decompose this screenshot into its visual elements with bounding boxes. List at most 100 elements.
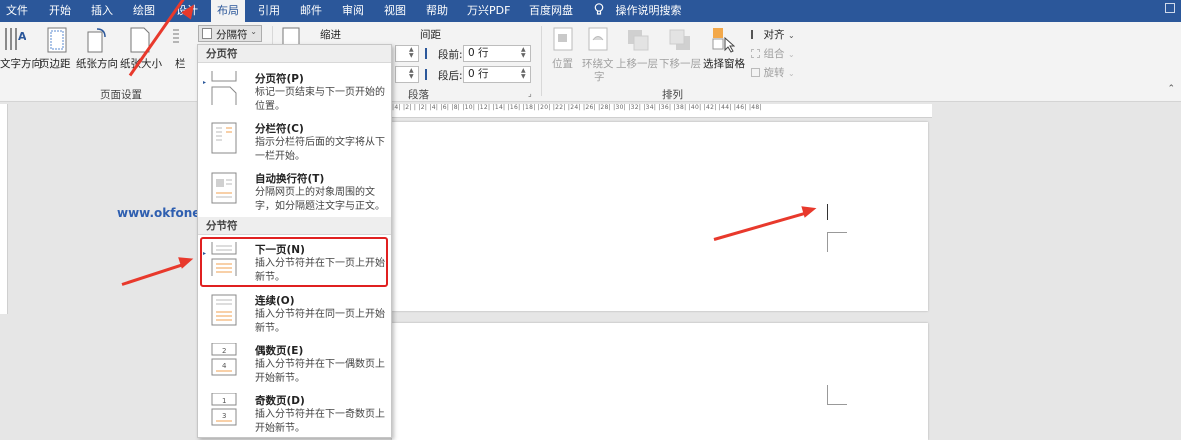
vertical-ruler: [0, 104, 8, 314]
ribbon-layout: A 文字方向 页边距 纸张方向 纸张大小 栏 分隔符 ⌄ 页面设置 缩进 间距 …: [0, 22, 1181, 102]
chevron-down-icon: ⌄: [250, 27, 257, 36]
odd-page-break-icon: 1 3: [211, 393, 237, 426]
text-cursor: [827, 204, 828, 220]
menu-item-odd-page[interactable]: 1 3 奇数页(D) 插入分节符并在下一奇数页上开始新节。: [198, 389, 391, 437]
align-button[interactable]: 对齐 ⌄: [751, 27, 795, 42]
menu-item-title: 自动换行符(T): [255, 173, 325, 185]
collapse-ribbon-icon[interactable]: ⌃: [1167, 84, 1175, 94]
menu-item-description: 插入分节符并在下一偶数页上开始新节。: [255, 359, 385, 384]
menu-item-text-wrapping-break[interactable]: 自动换行符(T) 分隔网页上的对象周围的文字，如分隔题注文字与正文。: [198, 167, 391, 215]
group-button[interactable]: 组合 ⌄: [751, 46, 795, 61]
menu-item-continuous[interactable]: 连续(O) 插入分节符并在同一页上开始新节。: [198, 289, 391, 337]
section-breaks-header: 分节符: [198, 217, 391, 235]
indent-left-input[interactable]: ▲ ▼: [395, 45, 419, 62]
rotate-label: 旋转: [763, 67, 785, 79]
highlight-box: [200, 237, 388, 287]
tab-mailings[interactable]: 邮件: [300, 0, 322, 22]
text-direction-label[interactable]: 文字方向: [0, 56, 42, 71]
orientation-label[interactable]: 纸张方向: [76, 56, 118, 71]
indent-label: 缩进: [320, 29, 341, 41]
tab-references[interactable]: 引用: [258, 0, 280, 22]
wrap-text-icon[interactable]: [586, 26, 610, 54]
tab-wondershare-pdf[interactable]: 万兴PDF: [467, 0, 510, 22]
document-page-2[interactable]: [392, 323, 928, 440]
tab-review[interactable]: 审阅: [342, 0, 364, 22]
tab-help[interactable]: 帮助: [426, 0, 448, 22]
document-page-1[interactable]: [392, 122, 928, 311]
margins-label[interactable]: 页边距: [39, 56, 71, 71]
page-breaks-header: 分页符: [198, 45, 391, 63]
selection-pane-icon[interactable]: [711, 26, 735, 54]
tab-draw[interactable]: 绘图: [133, 0, 155, 22]
svg-text:3: 3: [222, 412, 226, 420]
page-setup-group-label: 页面设置: [100, 89, 142, 101]
breaks-button[interactable]: 分隔符 ⌄: [198, 25, 262, 42]
chevron-down-icon: ⌄: [788, 31, 795, 40]
continuous-break-icon: [211, 294, 237, 326]
menu-item-column-break[interactable]: 分栏符(C) 指示分栏符后面的文字将从下一栏开始。: [198, 117, 391, 165]
menu-item-description: 插入分节符并在下一奇数页上开始新节。: [255, 409, 385, 434]
breaks-icon: [202, 28, 212, 39]
tab-layout[interactable]: 布局: [211, 0, 245, 22]
send-backward-label[interactable]: 下移一层: [659, 56, 701, 71]
spinner-arrows-icon[interactable]: ▲ ▼: [521, 68, 528, 81]
spinner-arrows-icon[interactable]: ▲ ▼: [409, 68, 416, 81]
tab-baidu-netdisk[interactable]: 百度网盘: [529, 0, 573, 22]
spinner-arrows-icon[interactable]: ▲ ▼: [409, 47, 416, 60]
margin-corner-mark: [827, 385, 847, 405]
tell-me-search[interactable]: 操作说明搜索: [594, 0, 682, 22]
position-icon[interactable]: [551, 26, 575, 54]
wrap-text-label-line2[interactable]: 字: [594, 69, 605, 84]
text-wrapping-break-icon: [211, 172, 237, 204]
chevron-down-icon: ⌄: [788, 69, 795, 78]
selection-pane-label[interactable]: 选择窗格: [703, 56, 745, 71]
menu-item-title: 奇数页(D): [255, 395, 305, 407]
position-label[interactable]: 位置: [552, 56, 573, 71]
text-direction-icon[interactable]: A: [2, 26, 26, 54]
tab-file[interactable]: 文件: [6, 0, 28, 22]
menu-item-description: 插入分节符并在同一页上开始新节。: [255, 309, 385, 334]
triangle-marker-icon: ▸: [203, 79, 207, 86]
menu-item-title: 连续(O): [255, 295, 295, 307]
spacing-after-label: 段后:: [438, 70, 463, 82]
menu-item-description: 分隔网页上的对象周围的文字，如分隔题注文字与正文。: [255, 187, 385, 212]
spacing-after-value: 0 行: [468, 68, 489, 80]
even-page-break-icon: 2 4: [211, 343, 237, 376]
menu-item-even-page[interactable]: 2 4 偶数页(E) 插入分节符并在下一偶数页上开始新节。: [198, 339, 391, 387]
spacing-before-value: 0 行: [468, 47, 489, 59]
spinner-arrows-icon[interactable]: ▲ ▼: [521, 47, 528, 60]
spacing-before-input[interactable]: 0 行 ▲ ▼: [463, 45, 531, 62]
horizontal-ruler[interactable]: |4| |2| | |2| |4| |6| |8| |10| |12| |14|…: [392, 104, 932, 118]
bring-forward-icon[interactable]: [626, 26, 650, 54]
column-break-icon: [211, 122, 237, 154]
orientation-icon[interactable]: [85, 26, 109, 54]
spacing-label: 间距: [420, 29, 441, 41]
columns-label[interactable]: 栏: [175, 56, 186, 71]
align-icon: [751, 30, 760, 39]
menu-item-title: 分页符(P): [255, 73, 304, 85]
svg-text:1: 1: [222, 397, 226, 405]
columns-icon[interactable]: [168, 26, 192, 54]
spacing-after-icon: [425, 69, 434, 80]
indent-right-input[interactable]: ▲ ▼: [395, 66, 419, 83]
menu-item-title: 分栏符(C): [255, 123, 304, 135]
send-backward-icon[interactable]: [668, 26, 692, 54]
chevron-down-icon: ⌄: [788, 50, 795, 59]
svg-text:2: 2: [222, 347, 226, 355]
spacing-before-icon: [425, 48, 434, 59]
tab-insert[interactable]: 插入: [91, 0, 113, 22]
paragraph-group-label: 段落: [408, 89, 429, 101]
spacing-after-input[interactable]: 0 行 ▲ ▼: [463, 66, 531, 83]
bring-forward-label[interactable]: 上移一层: [616, 56, 658, 71]
dialog-launcher-icon[interactable]: ⌟: [528, 89, 532, 98]
align-label: 对齐: [763, 29, 785, 41]
menu-item-description: 标记一页结束与下一页开始的位置。: [255, 87, 385, 112]
ribbon-display-options-icon[interactable]: [1165, 3, 1175, 13]
tab-home[interactable]: 开始: [49, 0, 71, 22]
margins-icon[interactable]: [45, 26, 69, 54]
tab-view[interactable]: 视图: [384, 0, 406, 22]
rotate-button[interactable]: 旋转 ⌄: [751, 65, 795, 80]
breaks-label: 分隔符: [216, 29, 248, 41]
menu-item-page-break[interactable]: ▸ 分页符(P) 标记一页结束与下一页开始的位置。: [198, 67, 391, 115]
margin-corner-mark: [827, 232, 847, 252]
